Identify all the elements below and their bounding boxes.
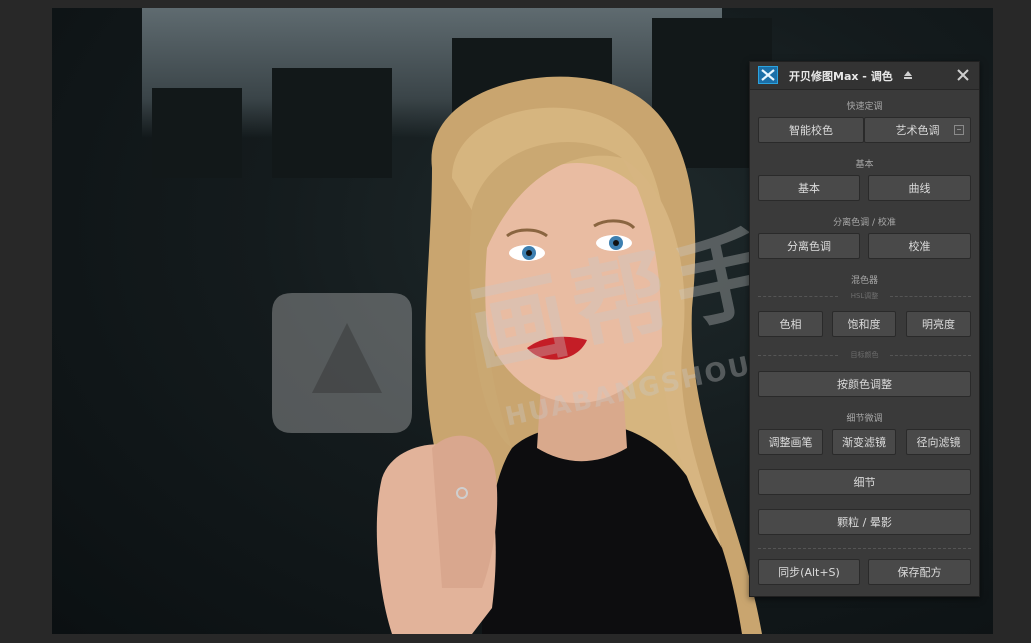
section-split-label: 分离色调 / 校准 [833,218,896,228]
radial-filter-button[interactable]: 径向滤镜 [906,429,971,455]
grain-vignette-button[interactable]: 颗粒 / 晕影 [758,509,971,535]
adjust-by-color-button[interactable]: 按颜色调整 [758,371,971,397]
close-icon[interactable] [956,68,970,82]
save-icon[interactable] [954,125,964,135]
divider [758,548,971,549]
detail-button[interactable]: 细节 [758,469,971,495]
section-basic-label: 基本 [855,160,874,170]
background-building [152,88,242,178]
pin-icon[interactable] [902,69,914,81]
basic-button[interactable]: 基本 [758,175,860,201]
section-quick-label: 快速定调 [846,102,883,112]
hue-button[interactable]: 色相 [758,311,823,337]
divider [890,296,971,297]
luminance-button[interactable]: 明亮度 [906,311,971,337]
art-tone-button[interactable]: 艺术色调 [864,117,971,143]
panel-header[interactable]: 开贝修图Max - 调色 [750,62,979,90]
adjustment-brush-button[interactable]: 调整画笔 [758,429,823,455]
sync-button[interactable]: 同步(Alt+S) [758,559,860,585]
calibration-button[interactable]: 校准 [868,233,971,259]
divider [890,355,971,356]
split-toning-button[interactable]: 分离色调 [758,233,860,259]
color-grading-panel: 开贝修图Max - 调色 快速定调 智能校色 艺术色调 基本 基本 曲线 分离色… [749,61,980,597]
section-detail-label: 细节微调 [846,414,883,424]
curves-button[interactable]: 曲线 [868,175,971,201]
kaibei-logo-icon [758,66,778,84]
save-preset-button[interactable]: 保存配方 [868,559,971,585]
section-mixer-label: 混色器 [850,276,878,286]
panel-title: 开贝修图Max - 调色 [789,70,893,83]
graduated-filter-button[interactable]: 渐变滤镜 [832,429,896,455]
art-tone-label: 艺术色调 [895,124,940,137]
portrait-figure [376,76,762,634]
smart-color-correct-button[interactable]: 智能校色 [758,117,864,143]
saturation-button[interactable]: 饱和度 [832,311,896,337]
